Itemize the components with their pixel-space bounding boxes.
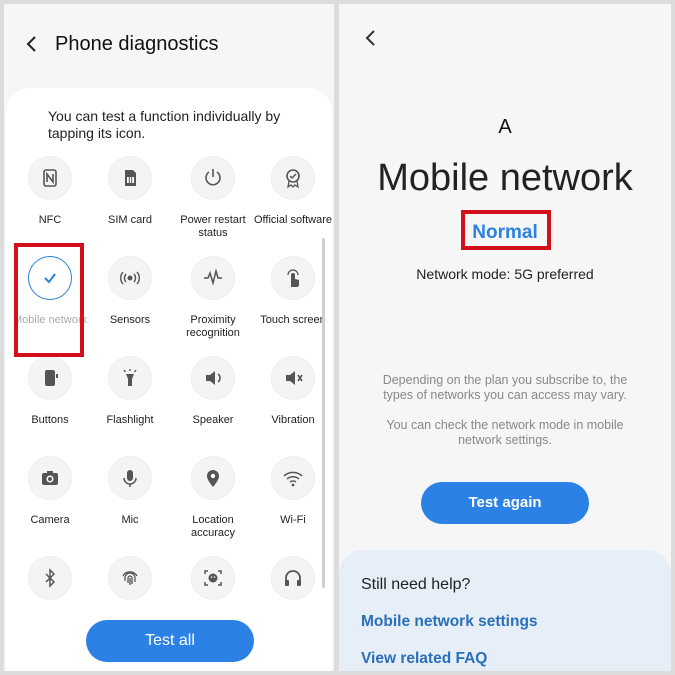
back-arrow-icon [365,30,375,46]
wifi-icon [271,456,315,500]
face-recognition-icon [191,556,235,600]
fingerprint-icon [108,556,152,600]
test-again-button[interactable]: Test again [421,482,589,524]
test-item-label: Buttons [31,414,69,426]
vibration-icon [271,356,315,400]
intro-text: You can test a function individually by … [48,108,281,141]
test-item-label: Official software [253,214,333,226]
result-title: Mobile network [377,157,633,199]
page-title: Phone diagnostics [55,32,219,55]
buttons-icon [28,356,72,400]
official-software-icon [271,156,315,200]
flashlight-icon [108,356,152,400]
test-all-button[interactable]: Test all [86,620,254,662]
help-title: Still need help? [361,576,471,593]
view-related-faq-link[interactable]: View related FAQ [361,650,487,668]
proximity-icon [191,256,235,300]
test-item-label: Speaker [192,414,234,426]
test-item-label: Location accuracy [190,514,236,539]
help-panel: Still need help? Mobile network settings… [339,550,671,671]
back-arrow-icon [26,36,36,52]
test-item[interactable]: Mic [88,456,172,556]
scrollbar[interactable] [322,238,325,588]
test-item[interactable]: Proximity recognition [171,256,255,356]
header: Phone diagnostics [4,24,334,64]
status-highlight [461,210,551,250]
location-icon [191,456,235,500]
test-item[interactable]: NFC [8,156,92,256]
touch-screen-icon [271,256,315,300]
test-item[interactable]: Location accuracy [171,456,255,556]
back-button[interactable] [353,20,389,56]
test-item-label: Camera [30,514,70,526]
mobile-network-settings-link[interactable]: Mobile network settings [361,613,538,631]
mic-icon [108,456,152,500]
camera-icon [28,456,72,500]
test-item[interactable]: Speaker [171,356,255,456]
mobile-network-icon: A [498,116,512,138]
test-item[interactable]: Flashlight [88,356,172,456]
nfc-icon [28,156,72,200]
headphones-icon [271,556,315,600]
back-button[interactable] [12,24,52,64]
network-mode-text: Network mode: 5G preferred [416,266,594,282]
test-item-label: NFC [38,214,62,226]
phone-diagnostics-screen: Phone diagnostics You can test a functio… [4,4,334,671]
test-item[interactable]: SIM card [88,156,172,256]
settings-note: You can check the network mode in mobile… [386,418,624,447]
mobile-network-result-screen: A Mobile network Normal Network mode: 5G… [339,4,671,671]
bluetooth-icon [28,556,72,600]
test-item-label: Sensors [109,314,151,326]
plan-note: Depending on the plan you subscribe to, … [382,373,628,402]
test-item-label: Power restart status [180,214,246,239]
test-item[interactable]: Power restart status [171,156,255,256]
test-item[interactable]: Sensors [88,256,172,356]
test-item-label: Flashlight [106,414,154,426]
test-item[interactable]: Buttons [8,356,92,456]
test-item[interactable] [8,556,92,656]
test-item-label: SIM card [107,214,152,226]
sensors-icon [108,256,152,300]
test-item-label: Mic [121,514,139,526]
test-item-label: Proximity recognition [186,314,240,339]
test-item[interactable]: Camera [8,456,92,556]
power-restart-icon [191,156,235,200]
selection-highlight [14,243,84,357]
tests-card: You can test a function individually by … [6,88,332,671]
sim-card-icon [108,156,152,200]
speaker-icon [191,356,235,400]
